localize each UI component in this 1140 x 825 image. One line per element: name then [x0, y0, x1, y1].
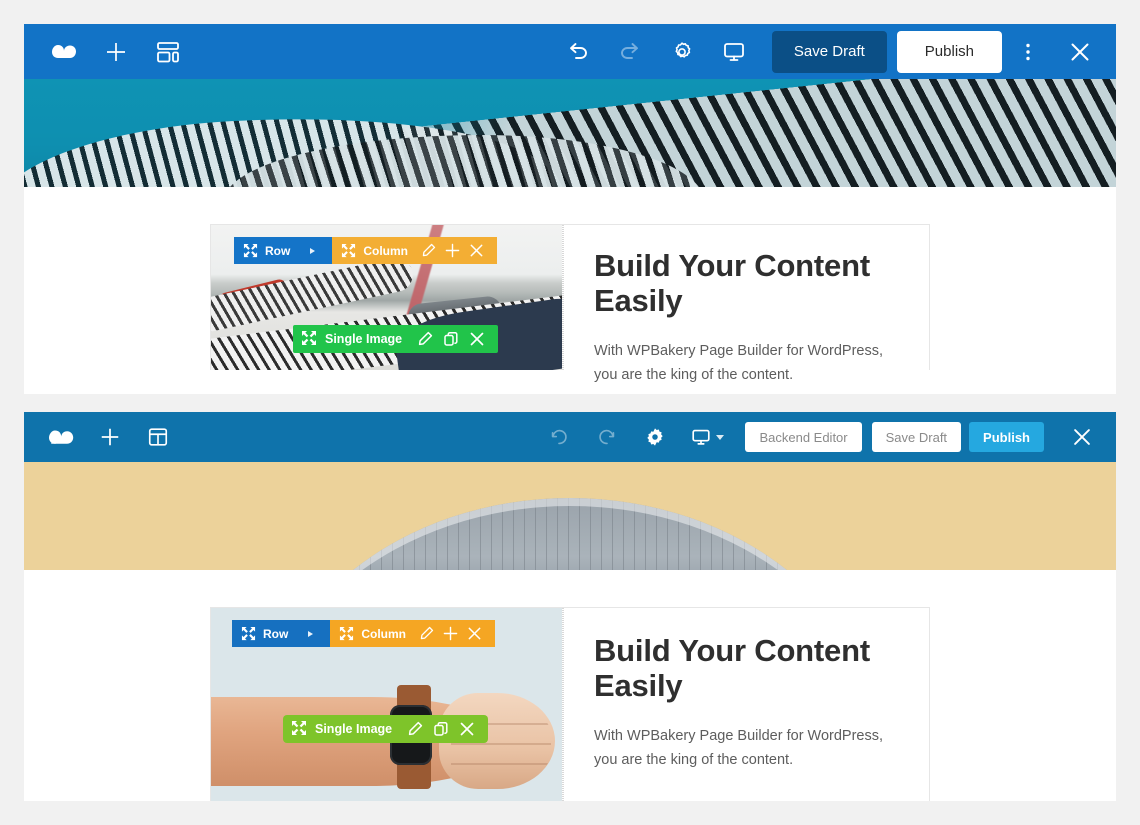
single-image-badge-label: Single Image [325, 332, 403, 346]
row-badge-label: Row [263, 626, 289, 641]
backend-editor-button[interactable]: Backend Editor [745, 422, 862, 452]
content-paragraph: With WPBakery Page Builder for WordPress… [594, 728, 884, 769]
close-icon[interactable] [464, 325, 490, 353]
move-arrows-icon [339, 626, 354, 641]
content-heading: Build Your Content Easily [594, 633, 870, 703]
pencil-icon[interactable] [414, 620, 438, 647]
builder-content-v1: Row Column Single Image Build Your Conte… [24, 224, 1116, 394]
frontend-editor-panel-v2: Backend Editor Save Draft Publish Row Co… [24, 412, 1116, 801]
layout-panel-icon[interactable] [134, 412, 182, 462]
undo-icon[interactable] [535, 412, 583, 462]
chevron-right-icon[interactable] [310, 247, 316, 254]
close-icon[interactable] [454, 715, 480, 743]
pencil-icon[interactable] [416, 237, 440, 264]
column-badge-label: Column [363, 243, 409, 258]
publish-button[interactable]: Publish [969, 422, 1044, 452]
gear-icon[interactable] [656, 25, 708, 79]
move-arrows-icon [243, 243, 258, 258]
undo-icon[interactable] [552, 25, 604, 79]
add-element-plus-icon[interactable] [86, 412, 134, 462]
close-icon[interactable] [1058, 412, 1106, 462]
row-badge-label: Row [265, 243, 291, 258]
top-toolbar-v1: Save Draft Publish [24, 24, 1116, 79]
copy-icon[interactable] [438, 325, 464, 353]
publish-button[interactable]: Publish [896, 30, 1002, 73]
content-heading: Build Your Content Easily [594, 248, 870, 318]
move-arrows-icon [291, 720, 307, 739]
pencil-icon[interactable] [402, 715, 428, 743]
move-arrows-icon [241, 626, 256, 641]
text-column-v2[interactable]: Build Your Content Easily With WPBakery … [563, 608, 929, 801]
row-column-controls-v1: Row Column [234, 237, 498, 264]
single-image-badge[interactable]: Single Image [283, 715, 489, 743]
plus-icon[interactable] [440, 237, 464, 264]
cloud-logo-icon[interactable] [38, 412, 86, 462]
row-badge[interactable]: Row [232, 620, 331, 647]
move-arrows-icon [301, 330, 317, 349]
pencil-icon[interactable] [412, 325, 438, 353]
layout-grid-icon[interactable] [142, 25, 194, 79]
column-badge[interactable]: Column [330, 620, 496, 647]
plus-icon[interactable] [438, 620, 462, 647]
redo-icon[interactable] [604, 25, 656, 79]
cloud-logo-icon[interactable] [38, 25, 90, 79]
column-badge[interactable]: Column [332, 237, 498, 264]
close-icon[interactable] [1054, 25, 1106, 79]
close-icon[interactable] [462, 620, 486, 647]
add-element-plus-icon[interactable] [90, 25, 142, 79]
move-arrows-icon [341, 243, 356, 258]
vertical-dots-icon[interactable] [1002, 25, 1054, 79]
copy-icon[interactable] [428, 715, 454, 743]
desktop-monitor-icon[interactable] [708, 25, 760, 79]
teal-architecture-hero-image [24, 79, 1116, 187]
redo-icon[interactable] [583, 412, 631, 462]
content-paragraph: With WPBakery Page Builder for WordPress… [594, 343, 884, 384]
desktop-monitor-icon[interactable] [679, 412, 735, 462]
single-image-badge-label: Single Image [315, 722, 393, 736]
chevron-right-icon[interactable] [308, 630, 314, 637]
save-draft-button[interactable]: Save Draft [771, 30, 887, 73]
save-draft-button[interactable]: Save Draft [871, 422, 962, 452]
top-toolbar-v2: Backend Editor Save Draft Publish [24, 412, 1116, 462]
chevron-down-icon[interactable] [716, 434, 725, 440]
screenshot-root: Save Draft Publish Row Column Single Ima… [0, 0, 1140, 825]
tan-dome-architecture-hero-image [24, 462, 1116, 570]
hero-dome-outer [260, 498, 880, 570]
single-image-badge[interactable]: Single Image [293, 325, 499, 353]
row-column-controls-v2: Row Column [232, 620, 496, 647]
text-column-v1[interactable]: Build Your Content Easily With WPBakery … [563, 225, 929, 383]
gear-filled-icon[interactable] [631, 412, 679, 462]
builder-content-v2: Row Column Single Image Build Your Conte… [24, 607, 1116, 801]
close-icon[interactable] [464, 237, 488, 264]
row-badge[interactable]: Row [234, 237, 333, 264]
frontend-editor-panel-v1: Save Draft Publish Row Column Single Ima… [24, 24, 1116, 394]
column-badge-label: Column [361, 626, 407, 641]
